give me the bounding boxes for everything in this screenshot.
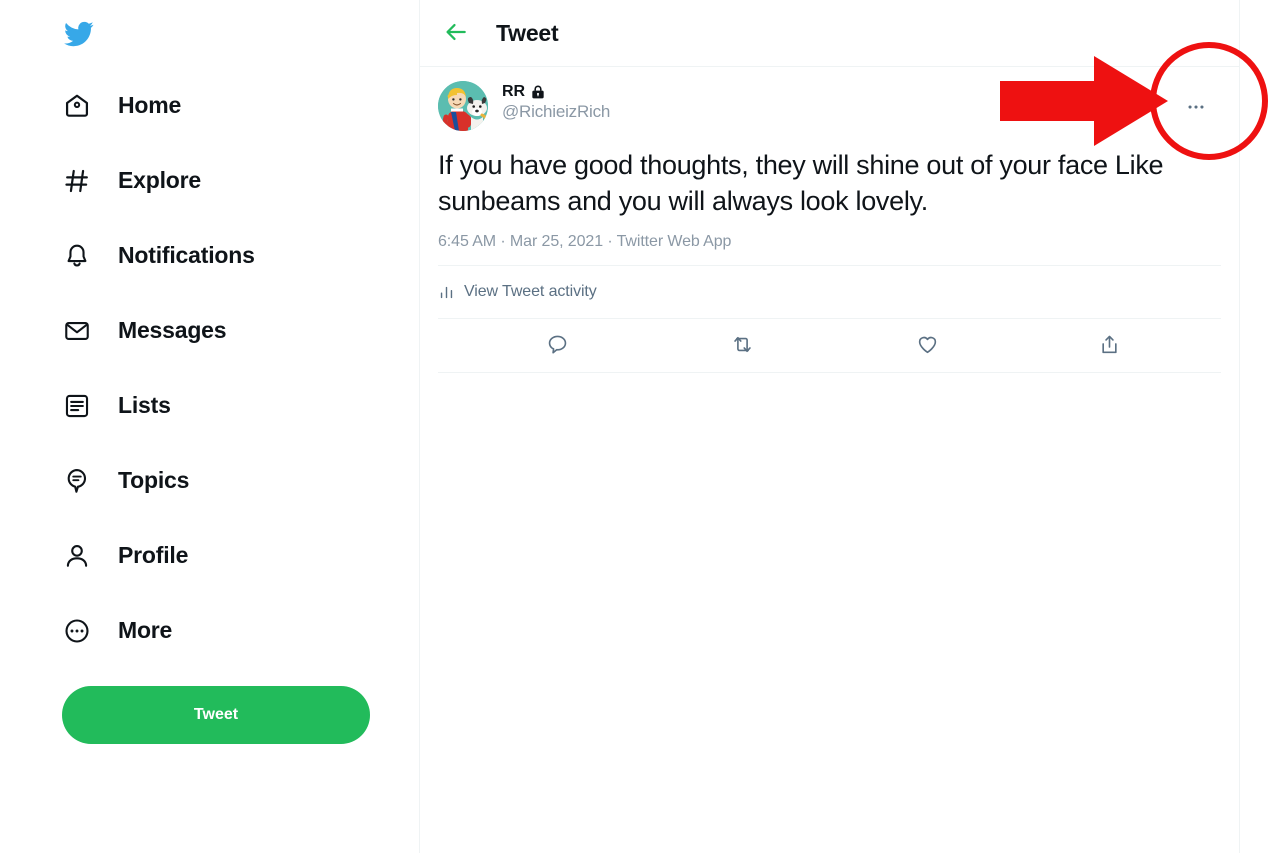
heart-icon xyxy=(916,333,939,359)
sidebar-item-profile[interactable]: Profile xyxy=(62,518,419,593)
back-arrow-icon xyxy=(443,19,469,48)
sidebar-item-explore[interactable]: Explore xyxy=(62,143,419,218)
retweet-button[interactable] xyxy=(659,319,844,372)
page-title: Tweet xyxy=(496,19,559,46)
reply-icon xyxy=(546,333,569,359)
sidebar-item-messages[interactable]: Messages xyxy=(62,293,419,368)
list-icon xyxy=(62,391,92,421)
view-tweet-activity-link[interactable]: View Tweet activity xyxy=(438,266,1221,318)
sidebar-item-lists[interactable]: Lists xyxy=(62,368,419,443)
ellipsis-icon xyxy=(1185,96,1207,121)
tweet-more-options-button[interactable] xyxy=(1179,91,1213,125)
tweet-author-meta: RR @RichieizRich xyxy=(502,81,610,122)
sidebar-item-more[interactable]: More xyxy=(62,593,419,668)
sidebar-item-notifications[interactable]: Notifications xyxy=(62,218,419,293)
right-rail xyxy=(1240,0,1280,853)
reply-button[interactable] xyxy=(478,319,659,372)
sidebar-item-home[interactable]: Home xyxy=(62,68,419,143)
twitter-bird-icon xyxy=(62,19,96,49)
author-display-name[interactable]: RR xyxy=(502,83,525,101)
primary-sidebar: Home Explore Notifications Messages List… xyxy=(0,0,420,853)
tweet-text: If you have good thoughts, they will shi… xyxy=(438,150,1164,216)
sidebar-item-label: Lists xyxy=(118,392,171,418)
sidebar-item-label: Notifications xyxy=(118,242,255,268)
person-icon xyxy=(62,541,92,571)
retweet-icon xyxy=(731,333,754,359)
column-header: Tweet xyxy=(420,0,1239,67)
sidebar-item-label: Profile xyxy=(118,542,189,568)
share-icon xyxy=(1098,333,1121,359)
tweet-actions-bar xyxy=(438,319,1221,372)
author-handle[interactable]: @RichieizRich xyxy=(502,102,610,122)
hashtag-icon xyxy=(62,166,92,196)
divider xyxy=(438,372,1221,373)
sidebar-item-label: Home xyxy=(118,92,182,118)
twitter-app: Home Explore Notifications Messages List… xyxy=(0,0,1280,853)
bar-chart-icon xyxy=(438,284,455,301)
tweet-author-row: RR @RichieizRich xyxy=(438,81,1221,131)
author-name-row: RR xyxy=(502,83,610,101)
compose-tweet-button[interactable]: Tweet xyxy=(62,686,370,744)
tweet-detail-column: Tweet RR @RichieizRich If you have good … xyxy=(420,0,1240,853)
bell-icon xyxy=(62,241,92,271)
sidebar-item-label: Messages xyxy=(118,317,227,343)
sidebar-item-label: Explore xyxy=(118,167,201,193)
tweet-detail: RR @RichieizRich If you have good though… xyxy=(420,67,1239,373)
sidebar-item-label: Topics xyxy=(118,467,190,493)
more-circle-icon xyxy=(62,616,92,646)
lock-icon xyxy=(530,84,546,100)
sidebar-item-label: More xyxy=(118,617,173,643)
avatar[interactable] xyxy=(438,81,488,131)
back-button[interactable] xyxy=(438,15,474,51)
home-icon xyxy=(62,91,92,121)
twitter-logo-link[interactable] xyxy=(62,6,419,62)
topics-balloon-icon xyxy=(62,466,92,496)
view-tweet-activity-label: View Tweet activity xyxy=(464,283,597,300)
avatar-cartoon-image xyxy=(438,81,488,131)
sidebar-nav-list: Home Explore Notifications Messages List… xyxy=(62,68,419,668)
envelope-icon xyxy=(62,316,92,346)
tweet-timestamp: 6:45 AM · Mar 25, 2021 · Twitter Web App xyxy=(438,233,732,250)
share-button[interactable] xyxy=(1028,319,1211,372)
like-button[interactable] xyxy=(844,319,1029,372)
sidebar-item-topics[interactable]: Topics xyxy=(62,443,419,518)
